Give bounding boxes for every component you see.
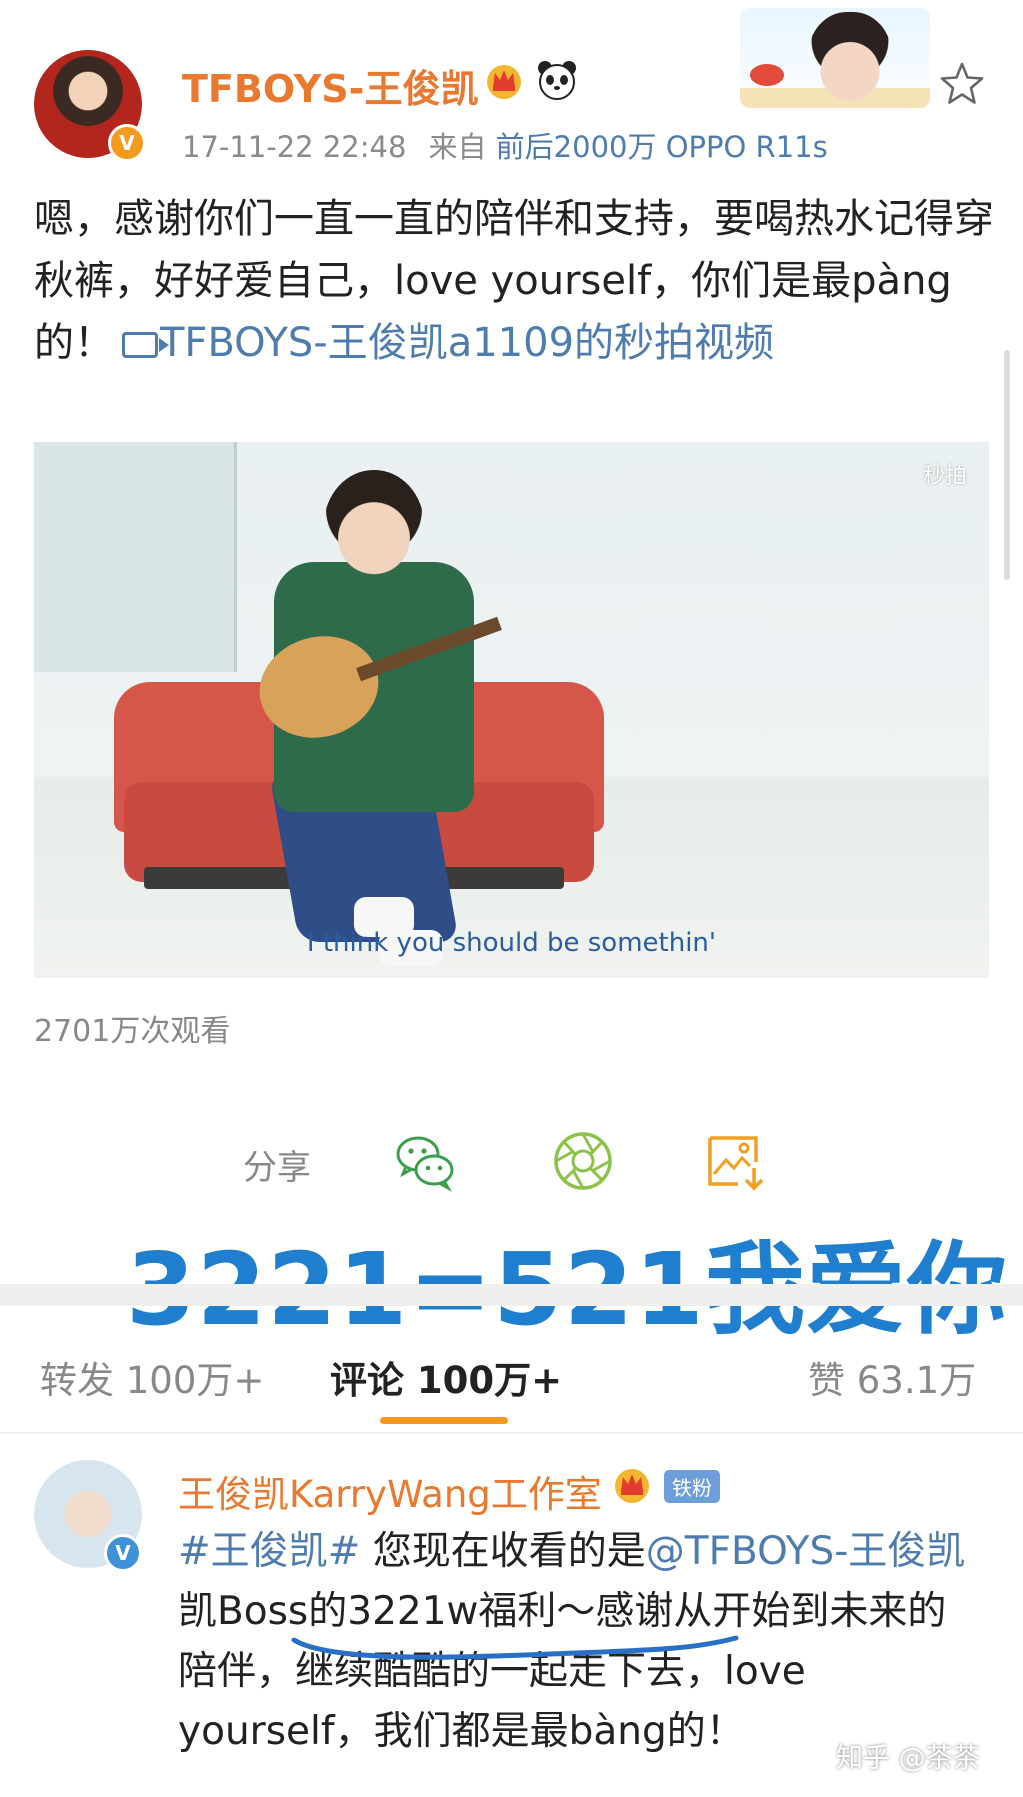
save-image-icon[interactable] bbox=[702, 1128, 768, 1194]
video-player[interactable]: 秒拍 I think you should be somethin' bbox=[34, 442, 989, 978]
panda-icon bbox=[538, 61, 576, 100]
view-count: 2701万次观看 bbox=[34, 1014, 231, 1049]
moments-icon[interactable] bbox=[550, 1128, 616, 1194]
fan-badge: 铁粉 bbox=[664, 1470, 720, 1503]
video-link-icon bbox=[122, 332, 169, 358]
active-tab-indicator bbox=[380, 1417, 508, 1424]
comment-text-a: 您现在收看的是 bbox=[360, 1529, 646, 1574]
tab-like[interactable]: 赞 63.1万 bbox=[808, 1350, 976, 1404]
video-subtitle: I think you should be somethin' bbox=[306, 928, 717, 958]
handdrawn-underline bbox=[291, 1635, 739, 1660]
scrollbar[interactable] bbox=[1004, 350, 1010, 580]
share-label: 分享 bbox=[243, 1148, 311, 1188]
source-prefix: 来自 bbox=[428, 130, 487, 164]
crown-icon bbox=[487, 65, 521, 99]
wechat-icon[interactable] bbox=[392, 1128, 458, 1194]
video-watermark: 秒拍 bbox=[922, 464, 967, 489]
commenter-name[interactable]: 王俊凯KarryWang工作室 bbox=[178, 1464, 602, 1518]
comment-mention[interactable]: @TFBOYS-王俊凯 bbox=[646, 1529, 966, 1574]
crown-icon bbox=[615, 1469, 649, 1503]
overlay-headline: 3221=521我爱你 bbox=[126, 1208, 1008, 1353]
post-meta: 17-11-22 22:48 来自 前后2000万 OPPO R11s bbox=[182, 124, 828, 166]
video-link[interactable]: TFBOYS-王俊凯a1109的秒拍视频 bbox=[160, 320, 774, 366]
verified-badge: V bbox=[108, 124, 146, 162]
device-link[interactable]: 前后2000万 OPPO R11s bbox=[496, 130, 828, 164]
post-body: 嗯，感谢你们一直一直的陪伴和支持，要喝热水记得穿秋裤，好好爱自己，love yo… bbox=[34, 188, 994, 374]
post-time: 17-11-22 22:48 bbox=[182, 130, 407, 164]
star-icon[interactable] bbox=[938, 60, 986, 108]
commenter-verified-badge: V bbox=[104, 1534, 142, 1572]
post-username[interactable]: TFBOYS-王俊凯 bbox=[182, 58, 478, 113]
tab-comment[interactable]: 评论 100万+ bbox=[330, 1350, 562, 1404]
tab-repost[interactable]: 转发 100万+ bbox=[40, 1350, 264, 1404]
section-divider bbox=[0, 1284, 1023, 1306]
comment-text-b: 凯Boss的3221w福利～感谢从开始到未来的陪伴，继续酷酷的一起走下去，lov… bbox=[178, 1589, 947, 1754]
tab-divider bbox=[0, 1432, 1023, 1434]
comment-hashtag[interactable]: #王俊凯# bbox=[178, 1529, 360, 1574]
profile-banner-image bbox=[740, 8, 930, 108]
zhihu-watermark: 知乎 @茶茶 bbox=[836, 1743, 980, 1774]
